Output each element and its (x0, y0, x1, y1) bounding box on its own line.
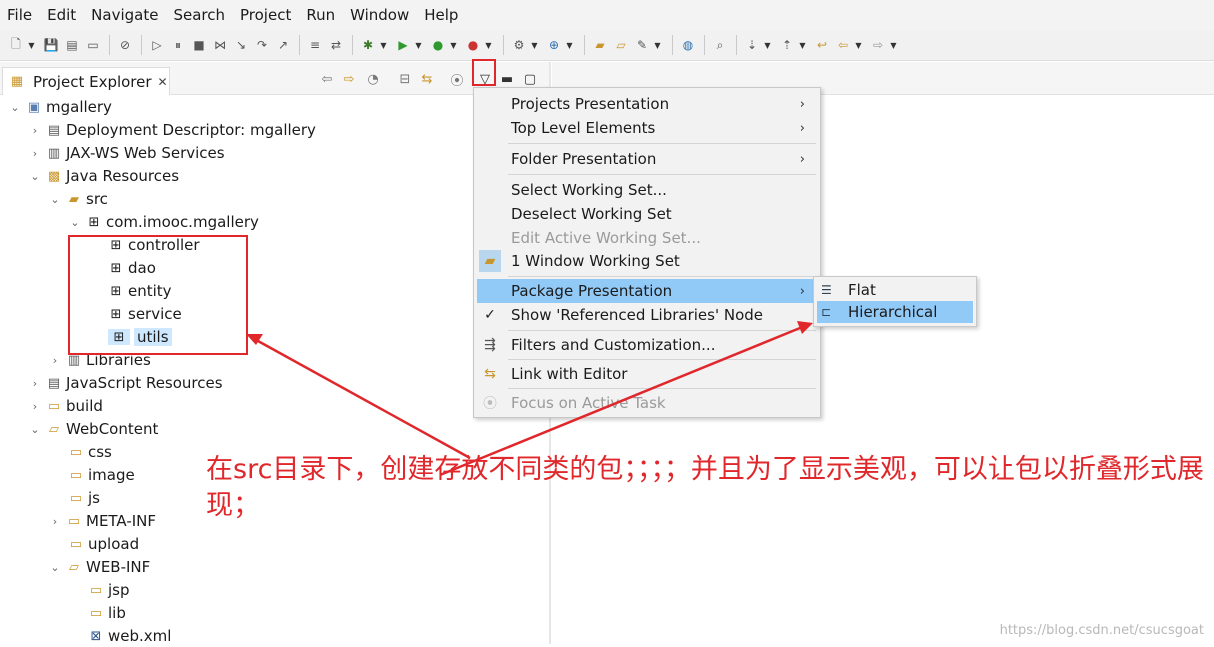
annotation-arrows (246, 321, 813, 477)
watermark: https://blog.csdn.net/csucsgoat (999, 623, 1204, 638)
annotation-text: 在src目录下，创建存放不同类的包；；；；并且为了显示美观，可以让包以折叠形式展… (206, 454, 1204, 521)
arrow-to-packages (257, 339, 471, 460)
